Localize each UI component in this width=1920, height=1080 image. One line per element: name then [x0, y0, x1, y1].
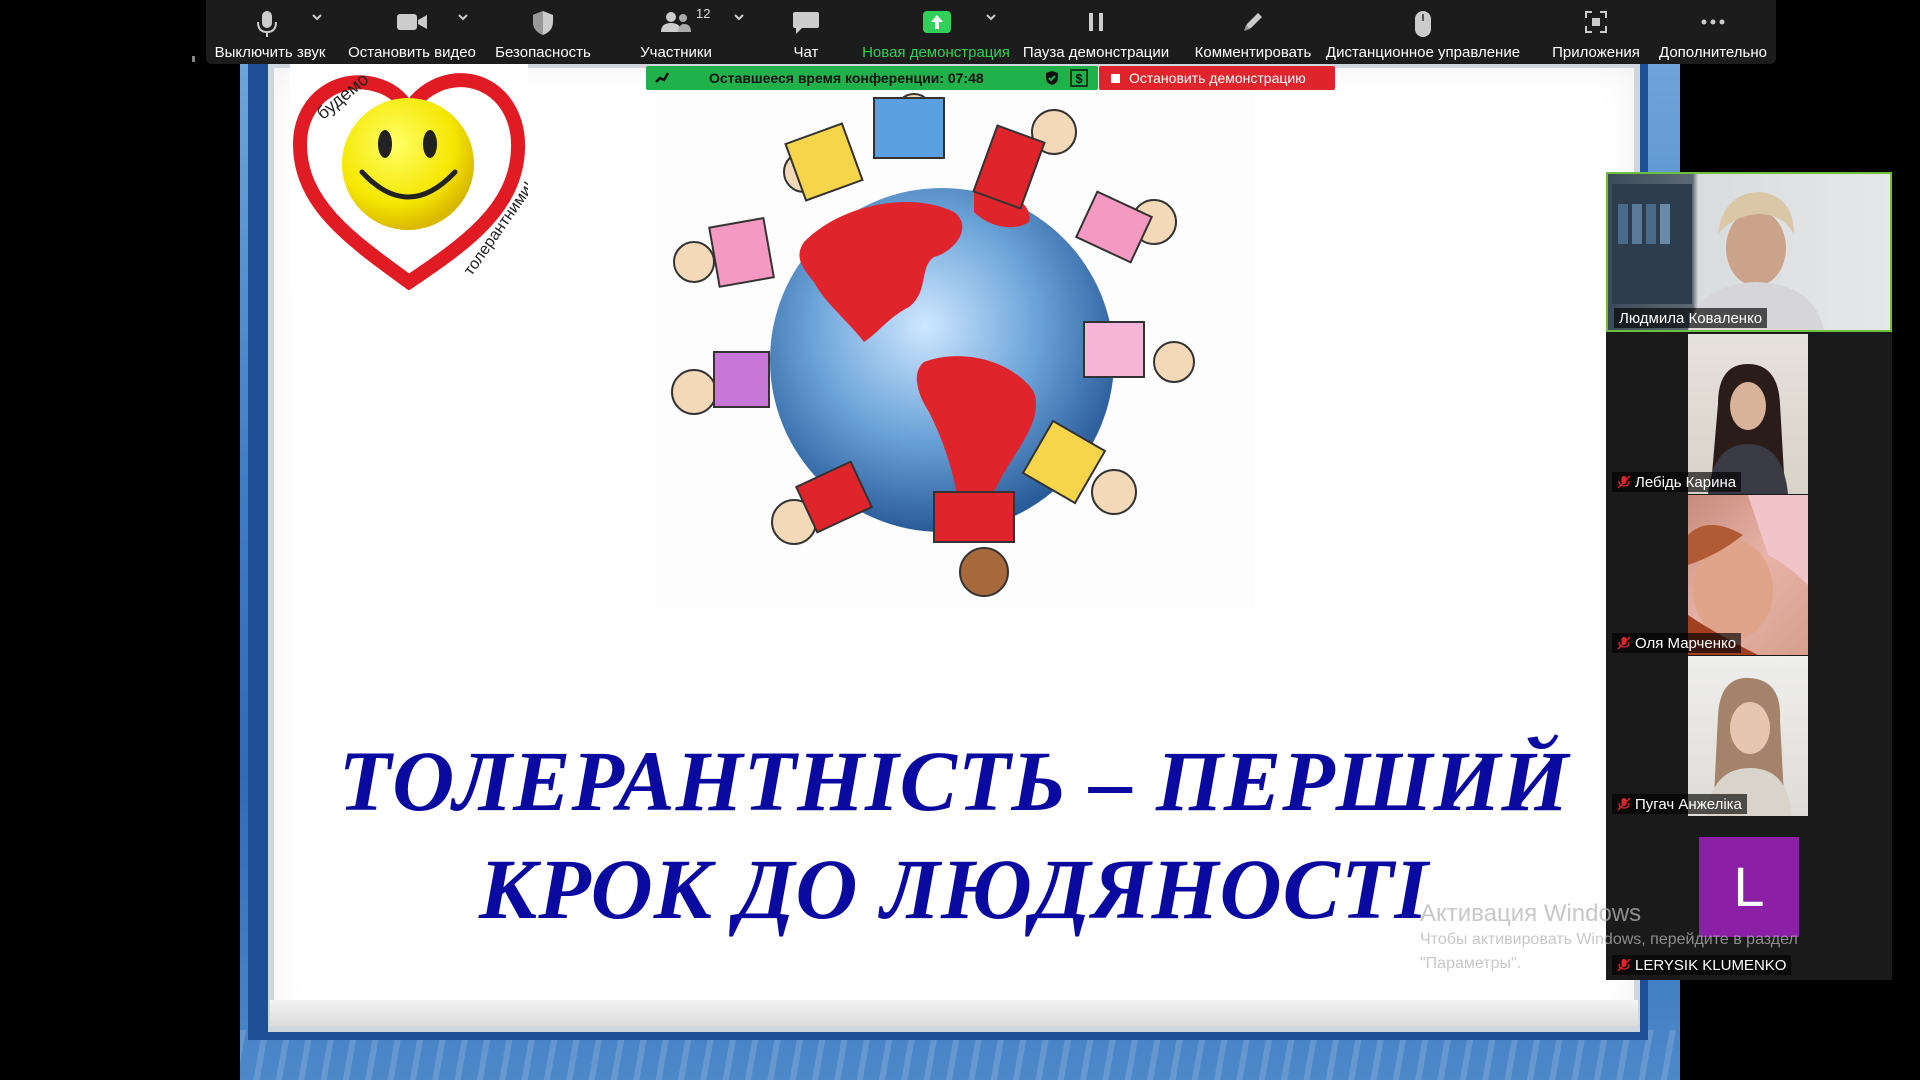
person-video-icon	[1708, 364, 1788, 494]
muted-mic-icon	[1617, 797, 1631, 811]
pencil-icon	[1244, 13, 1262, 31]
participant-name: Пугач Анжеліка	[1612, 794, 1747, 814]
participants-gallery: Людмила Коваленко Лебідь Карина Оля Марч…	[1606, 172, 1892, 980]
dollar-icon: $	[1070, 69, 1088, 87]
participant-tile[interactable]: Людмила Коваленко	[1606, 172, 1892, 332]
participant-name: Оля Марченко	[1612, 633, 1742, 653]
pause-icon	[1089, 13, 1103, 31]
signal-icon	[655, 72, 670, 83]
security-label: Безопасность	[495, 44, 591, 61]
watermark-subtitle: Чтобы активировать Windows, перейдите в …	[1420, 931, 1798, 972]
person-video-icon	[1612, 184, 1824, 330]
participant-name-text: Лебідь Карина	[1635, 474, 1737, 491]
new-share-label: Новая демонстрация	[862, 44, 1010, 61]
participant-name-text: Оля Марченко	[1635, 635, 1737, 652]
remote-control-button[interactable]: Дистанционное управление	[1318, 0, 1528, 64]
chat-button[interactable]: Чат	[766, 0, 846, 64]
globe-icon	[671, 93, 1195, 597]
muted-mic-icon	[1617, 475, 1631, 489]
chevron-down-icon[interactable]	[310, 10, 324, 24]
slide-bottom-edge	[270, 1000, 1638, 1026]
pause-share-button[interactable]: Пауза демонстрации	[1016, 0, 1176, 64]
globe-children-illustration	[654, 92, 1254, 608]
svg-text:$: $	[1075, 71, 1083, 86]
participant-video	[1688, 334, 1808, 494]
shield-icon	[533, 11, 553, 35]
person-video-icon	[1688, 495, 1808, 655]
participant-tile[interactable]: Лебідь Карина	[1606, 334, 1892, 494]
participants-icon	[661, 12, 691, 32]
stop-share-button[interactable]: Остановить демонстрацию	[1099, 66, 1335, 90]
participant-name-text: Пугач Анжеліка	[1635, 796, 1742, 813]
edge-mark	[192, 56, 195, 62]
participant-tile[interactable]: Пугач Анжеліка	[1606, 656, 1892, 816]
time-remaining-text: Оставшееся время конференции: 07:48	[709, 70, 984, 86]
participants-label: Участники	[640, 44, 712, 61]
participants-button[interactable]: 12 Участники	[626, 0, 726, 64]
meeting-time-banner: Оставшееся время конференции: 07:48 $	[646, 66, 1098, 90]
slide-title-line-1: ТОЛЕРАНТНІСТЬ – ПЕРШИЙ	[338, 733, 1570, 829]
watermark-title: Активация Windows	[1420, 900, 1642, 927]
person-video-icon	[1706, 677, 1792, 816]
more-button[interactable]: Дополнительно	[1654, 0, 1772, 64]
apps-icon	[1585, 11, 1607, 33]
mute-label: Выключить звук	[214, 44, 326, 61]
more-dots-icon	[1701, 19, 1725, 25]
windows-activation-watermark: Активация Windows Чтобы активировать Win…	[1420, 900, 1880, 976]
remote-control-label: Дистанционное управление	[1325, 44, 1521, 61]
encryption-shield-icon	[1046, 71, 1058, 85]
share-screen-icon	[923, 11, 951, 33]
chevron-down-icon[interactable]	[732, 10, 746, 24]
participant-name-text: Людмила Коваленко	[1619, 310, 1763, 327]
pause-share-label: Пауза демонстрации	[1022, 44, 1170, 61]
new-share-button[interactable]: Новая демонстрация	[846, 0, 1026, 64]
participant-tile[interactable]: Оля Марченко	[1606, 495, 1892, 655]
more-label: Дополнительно	[1659, 44, 1767, 61]
participant-video	[1688, 656, 1808, 816]
security-button[interactable]: Безопасность	[488, 0, 598, 64]
meeting-toolbar: Выключить звук Остановить видео Безопасн…	[206, 0, 1776, 64]
participant-name: Людмила Коваленко	[1614, 308, 1768, 328]
tolerance-logo: будемо толерантними!	[290, 64, 528, 290]
chat-label: Чат	[793, 44, 819, 61]
participants-count: 12	[696, 6, 711, 21]
chevron-down-icon[interactable]	[456, 10, 470, 24]
stop-square-icon	[1111, 74, 1120, 83]
participant-video	[1688, 495, 1808, 655]
zoom-window: будемо толерантними! ТОЛЕРАНТНІСТЬ – ПЕР…	[0, 0, 1920, 1080]
apps-button[interactable]: Приложения	[1534, 0, 1658, 64]
annotate-label: Комментировать	[1194, 44, 1312, 61]
chevron-down-icon[interactable]	[984, 10, 998, 24]
apps-label: Приложения	[1552, 44, 1640, 61]
stop-video-label: Остановить видео	[348, 44, 476, 61]
muted-mic-icon	[1617, 636, 1631, 650]
heart-smiley-icon: будемо толерантними!	[292, 69, 528, 290]
video-camera-icon	[397, 14, 427, 30]
chat-bubble-icon	[793, 12, 819, 34]
stop-share-label: Остановить демонстрацию	[1129, 70, 1306, 86]
participant-name: Лебідь Карина	[1612, 472, 1742, 492]
annotate-button[interactable]: Комментировать	[1178, 0, 1328, 64]
microphone-icon	[257, 11, 277, 37]
mouse-icon	[1415, 11, 1431, 37]
